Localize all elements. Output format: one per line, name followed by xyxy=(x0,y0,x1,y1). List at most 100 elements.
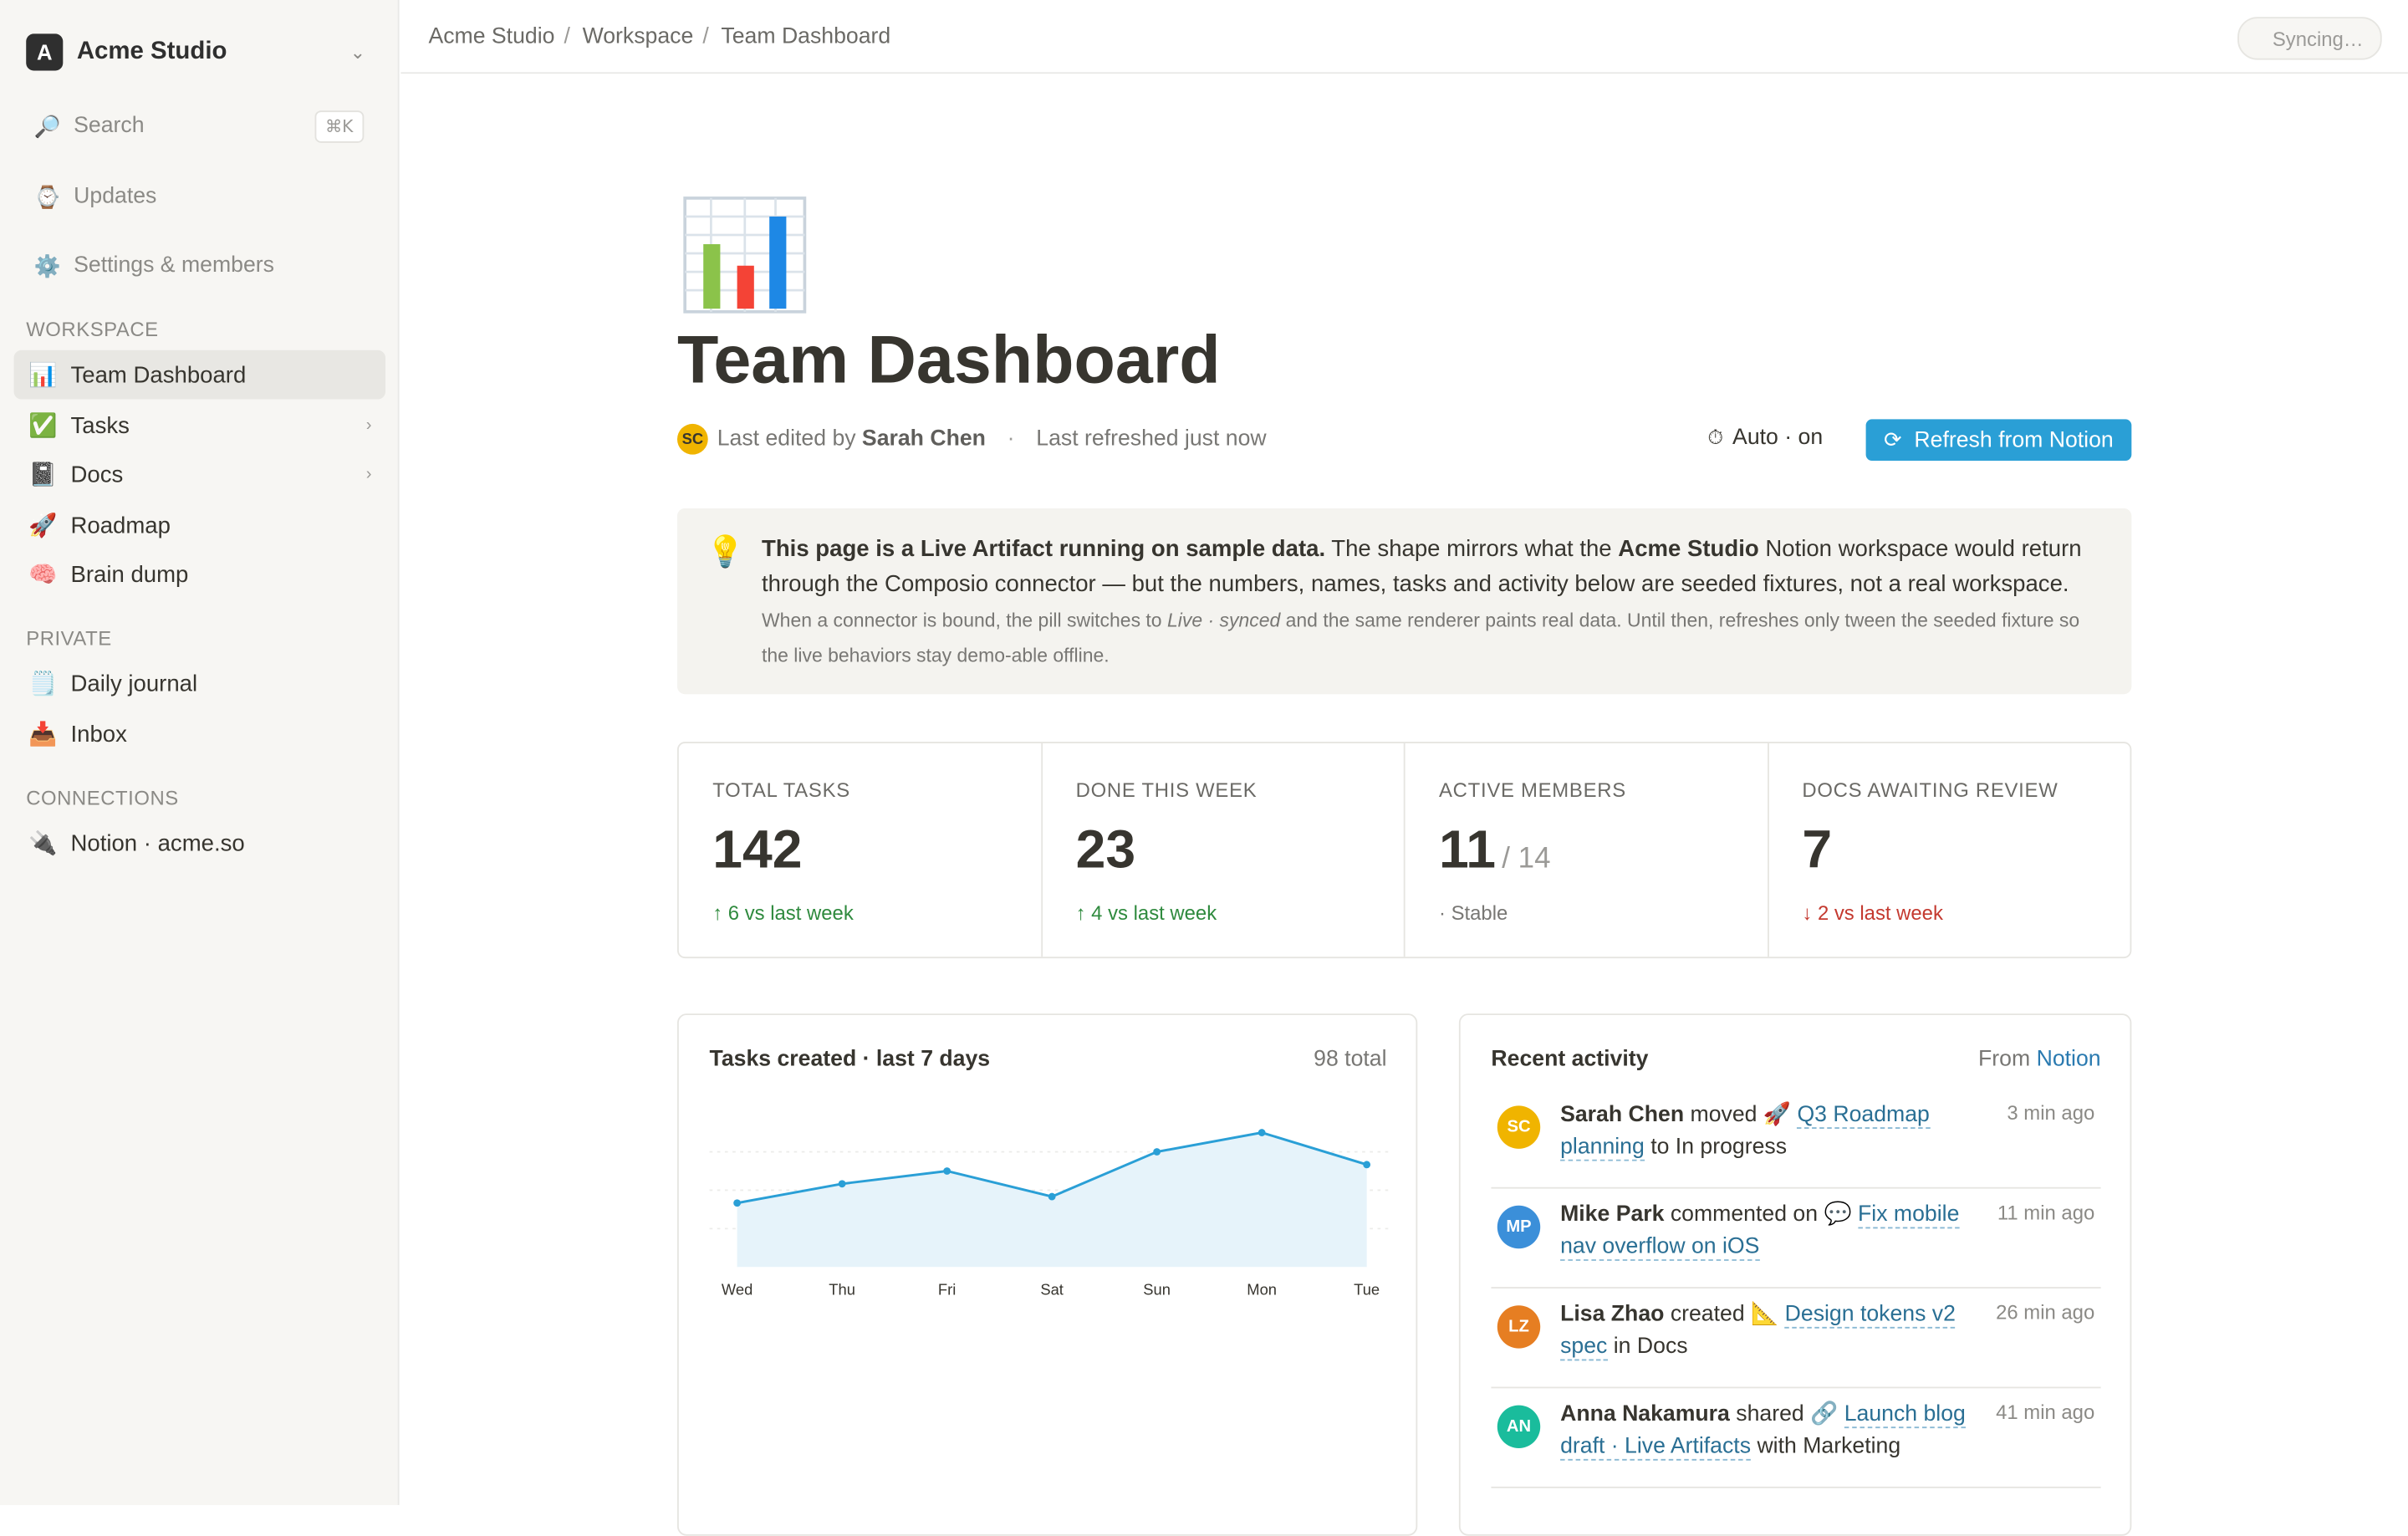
sidebar-item-label: Roadmap xyxy=(70,512,171,538)
callout-lead-bold: This page is a Live Artifact running on … xyxy=(762,536,1326,563)
workspace-name: Acme Studio xyxy=(76,38,227,65)
sidebar-item-docs[interactable]: 📓 Docs › xyxy=(14,450,385,499)
meta-separator: · xyxy=(1007,426,1015,452)
stat-value: 11/ 14 xyxy=(1439,820,1551,881)
bar-chart-icon[interactable] xyxy=(681,193,809,316)
sync-status-pill: Syncing… xyxy=(2237,17,2382,60)
settings-label: Settings & members xyxy=(74,253,274,278)
sidebar-item-label: Tasks xyxy=(70,412,130,439)
chevron-right-icon[interactable]: › xyxy=(366,466,372,484)
last-edited-prefix: Last edited by xyxy=(717,426,856,452)
search-icon: 🔎 xyxy=(33,112,61,138)
stats-row: TOTAL TASKS 142 ↑ 6 vs last week DONE TH… xyxy=(676,742,2132,959)
x-tick-label: Wed xyxy=(722,1280,752,1298)
auto-refresh-toggle[interactable]: ⏱ Auto · on xyxy=(1707,426,1823,450)
sidebar-item-label: Brain dump xyxy=(70,561,189,588)
clock-icon: ⌚ xyxy=(33,183,61,208)
tasks-line-chart[interactable]: Wed Thu Fri Sat Sun Mon Tue xyxy=(709,1095,1389,1310)
activity-time: 3 min ago xyxy=(2007,1100,2095,1125)
sidebar: A Acme Studio ⌄ 🔎 Search ⌘K ⌚ Updates ⚙️… xyxy=(0,0,400,1505)
sidebar-item-label: Docs xyxy=(70,461,124,488)
inbox-icon: 📥 xyxy=(28,722,58,748)
stat-card-active-members[interactable]: ACTIVE MEMBERS 11/ 14 · Stable xyxy=(1406,742,1768,957)
callout-lead: This page is a Live Artifact running on … xyxy=(762,531,2104,601)
activity-action: created xyxy=(1670,1302,1745,1327)
x-tick-label: Sat xyxy=(1040,1280,1064,1298)
activity-action: commented on xyxy=(1670,1202,1819,1227)
page-title[interactable]: Team Dashboard xyxy=(677,323,1221,400)
activity-time: 11 min ago xyxy=(1997,1201,2095,1224)
activity-item[interactable]: MP Mike Park commented on 💬 Fix mobile n… xyxy=(1491,1199,2101,1289)
sidebar-item-notion-connection[interactable]: 🔌 Notion · acme.so xyxy=(14,819,385,868)
notebook-icon: 📓 xyxy=(28,462,58,489)
activity-source: From Notion xyxy=(1978,1048,2101,1072)
rocket-icon: 🚀 xyxy=(28,513,58,539)
refresh-from-notion-button[interactable]: ⟳ Refresh from Notion xyxy=(1865,419,2132,462)
sidebar-item-inbox[interactable]: 📥 Inbox xyxy=(14,710,385,759)
sidebar-item-team-dashboard[interactable]: 📊 Team Dashboard xyxy=(13,350,386,400)
activity-item[interactable]: LZ Lisa Zhao created 📐 Design tokens v2 … xyxy=(1491,1299,2101,1389)
ruler-icon: 📐 xyxy=(1751,1302,1779,1327)
activity-user[interactable]: Mike Park xyxy=(1560,1202,1664,1227)
x-tick-label: Sun xyxy=(1143,1280,1171,1298)
updates-label: Updates xyxy=(74,184,157,209)
chart-total: 98 total xyxy=(1314,1047,1387,1073)
avatar: LZ xyxy=(1497,1305,1541,1349)
activity-user[interactable]: Lisa Zhao xyxy=(1560,1303,1664,1327)
stat-total: / 14 xyxy=(1502,843,1551,875)
sidebar-item-brain-dump[interactable]: 🧠 Brain dump xyxy=(14,550,385,600)
breadcrumb-separator: / xyxy=(702,23,709,48)
sidebar-item-tasks[interactable]: ✅ Tasks › xyxy=(14,401,385,450)
callout-fine-separator: · xyxy=(1202,610,1220,631)
sidebar-item-label: Inbox xyxy=(70,721,127,748)
x-tick-label: Tue xyxy=(1354,1280,1380,1298)
activity-time: 26 min ago xyxy=(1996,1300,2095,1324)
auto-refresh-label: Auto · on xyxy=(1732,425,1824,451)
data-point xyxy=(1153,1148,1161,1156)
x-tick-label: Fri xyxy=(938,1280,956,1298)
chevron-right-icon[interactable]: › xyxy=(366,416,372,435)
stat-label: DOCS AWAITING REVIEW xyxy=(1802,778,2059,802)
sidebar-item-label: Notion · acme.so xyxy=(70,829,245,856)
info-callout: 💡 This page is a Live Artifact running o… xyxy=(676,508,2132,695)
activity-tail: to In progress xyxy=(1650,1135,1788,1160)
stat-delta: ↑ 4 vs last week xyxy=(1075,901,1217,925)
settings-button[interactable]: ⚙️ Settings & members xyxy=(33,246,364,286)
stat-number: 11 xyxy=(1438,819,1496,880)
activity-text: Anna Nakamura shared 🔗 Launch blog draft… xyxy=(1560,1399,1975,1463)
activity-title: Recent activity xyxy=(1491,1047,1649,1073)
stat-card-total-tasks[interactable]: TOTAL TASKS 142 ↑ 6 vs last week xyxy=(679,742,1043,957)
stat-card-docs-awaiting-review[interactable]: DOCS AWAITING REVIEW 7 ↓ 2 vs last week xyxy=(1768,743,2130,957)
activity-source-prefix: From xyxy=(1978,1047,2031,1073)
activity-user[interactable]: Sarah Chen xyxy=(1560,1103,1684,1127)
stat-label: ACTIVE MEMBERS xyxy=(1438,778,1626,802)
breadcrumb-item-current[interactable]: Team Dashboard xyxy=(721,23,890,48)
sidebar-item-daily-journal[interactable]: 🗒️ Daily journal xyxy=(14,659,385,708)
chevron-down-icon: ⌄ xyxy=(349,41,366,64)
search-label: Search xyxy=(74,113,145,139)
last-edited-by: Sarah Chen xyxy=(861,426,986,452)
breadcrumb-item-workspace[interactable]: Workspace xyxy=(583,23,694,48)
avatar: MP xyxy=(1497,1205,1541,1249)
brain-icon: 🧠 xyxy=(28,562,58,589)
search-shortcut: ⌘K xyxy=(314,110,365,142)
notion-link[interactable]: Notion xyxy=(2037,1048,2101,1072)
stat-card-done-this-week[interactable]: DONE THIS WEEK 23 ↑ 4 vs last week xyxy=(1042,742,1406,957)
activity-action: moved xyxy=(1690,1102,1758,1128)
stat-value: 142 xyxy=(712,820,802,881)
section-label-workspace: WORKSPACE xyxy=(26,318,159,341)
updates-button[interactable]: ⌚ Updates xyxy=(33,176,364,217)
sidebar-item-roadmap[interactable]: 🚀 Roadmap xyxy=(14,501,385,550)
activity-time: 41 min ago xyxy=(1996,1401,2095,1424)
breadcrumb-item-workspace-root[interactable]: Acme Studio xyxy=(428,23,554,48)
page-meta: SC Last edited by Sarah Chen · Last refr… xyxy=(676,422,1267,456)
avatar: SC xyxy=(676,423,708,455)
stat-value: 7 xyxy=(1802,820,1832,881)
activity-user[interactable]: Anna Nakamura xyxy=(1560,1402,1730,1426)
search-button[interactable]: 🔎 Search ⌘K xyxy=(33,106,365,146)
activity-item[interactable]: SC Sarah Chen moved 🚀 Q3 Roadmap plannin… xyxy=(1491,1100,2101,1189)
breadcrumb-separator: / xyxy=(564,23,570,48)
activity-item[interactable]: AN Anna Nakamura shared 🔗 Launch blog dr… xyxy=(1491,1399,2101,1488)
data-point xyxy=(1363,1161,1371,1169)
workspace-switcher[interactable]: A Acme Studio ⌄ xyxy=(26,33,371,73)
